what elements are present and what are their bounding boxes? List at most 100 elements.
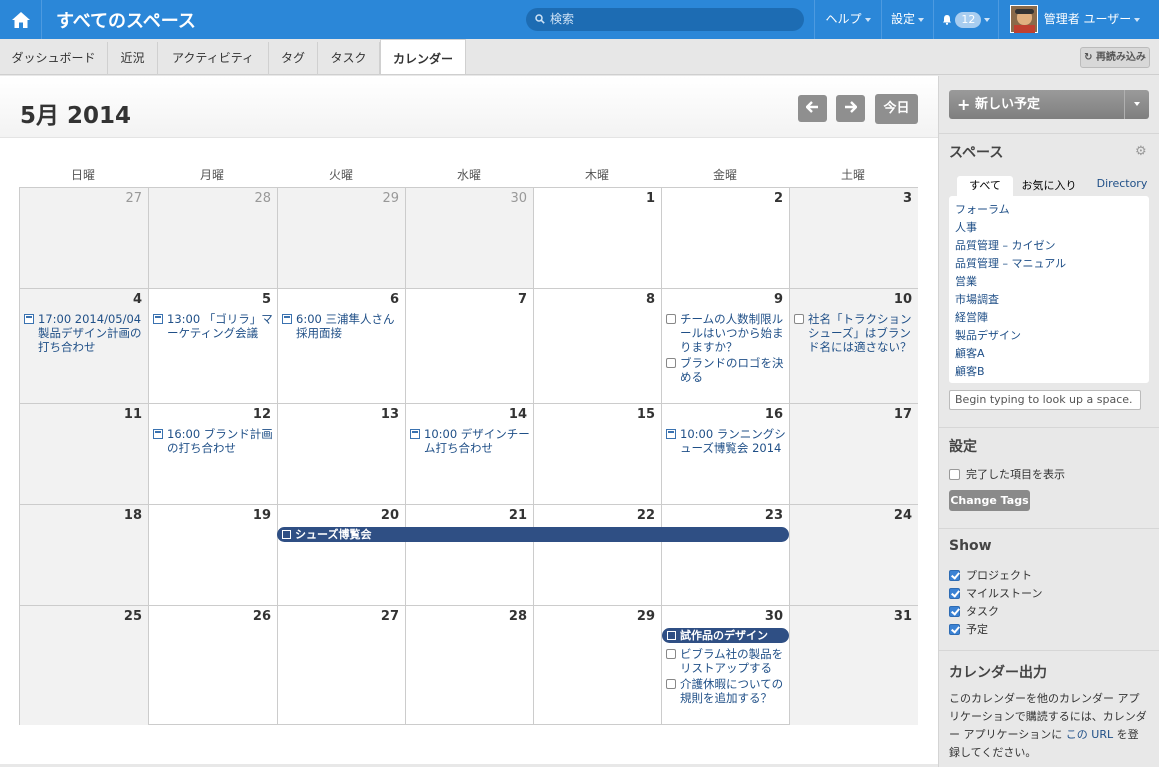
event-item[interactable]: 16:00 ブランド計画の打ち合わせ: [153, 427, 273, 455]
show-filter-checkbox[interactable]: [949, 624, 960, 635]
event-item[interactable]: 13:00 「ゴリラ」マーケティング会議: [153, 312, 273, 340]
milestone-bar[interactable]: 試作品のデザイン: [662, 628, 789, 643]
notifications-menu[interactable]: 12: [933, 0, 998, 39]
calendar-day-cell[interactable]: 31: [789, 605, 918, 725]
gear-icon[interactable]: ⚙: [1135, 144, 1147, 159]
calendar-day-cell[interactable]: 17: [789, 403, 918, 504]
tab-dashboard[interactable]: ダッシュボード: [0, 42, 108, 75]
calendar-day-cell[interactable]: 27: [277, 605, 405, 725]
multi-day-event-bar[interactable]: シューズ博覧会: [277, 527, 789, 542]
show-completed-checkbox[interactable]: [949, 469, 960, 480]
calendar-day-cell[interactable]: 24: [789, 504, 918, 605]
calendar-day-cell[interactable]: 22: [533, 504, 661, 605]
show-filter-option[interactable]: タスク: [949, 603, 999, 619]
search-input[interactable]: 検索: [526, 8, 804, 31]
space-item[interactable]: 品質管理 – マニュアル: [955, 255, 1066, 271]
space-item[interactable]: 市場調査: [955, 291, 999, 307]
event-item[interactable]: 6:00 三浦隼人さん採用面接: [282, 312, 402, 340]
space-item[interactable]: 顧客B: [955, 363, 985, 379]
calendar-day-cell[interactable]: 2: [661, 187, 789, 288]
calendar-day-cell[interactable]: 30: [405, 187, 533, 288]
calendar-day-cell[interactable]: 27: [19, 187, 148, 288]
tab-favorite-spaces[interactable]: お気に入り: [1017, 176, 1081, 196]
event-item[interactable]: 10:00 ランニングシューズ博覧会 2014: [666, 427, 786, 455]
calendar-day-cell[interactable]: 15: [533, 403, 661, 504]
export-url-link[interactable]: この URL: [1066, 728, 1113, 741]
task-checkbox[interactable]: [666, 649, 676, 659]
settings-menu[interactable]: 設定: [881, 0, 933, 39]
home-icon[interactable]: [0, 0, 42, 39]
task-item[interactable]: 社名「トラクションシューズ」はブランド名には適さない？: [794, 312, 912, 354]
calendar-day-cell[interactable]: 23: [661, 504, 789, 605]
calendar-grid: 27 28 29 30 1 2 3 4 5 6 7 8 9 10 11 12 13 14 15 16 17 18 19 20 2…: [19, 187, 918, 725]
calendar-icon: [153, 429, 163, 439]
show-filter-option[interactable]: プロジェクト: [949, 567, 1032, 583]
day-number: 9: [773, 292, 783, 307]
task-item[interactable]: ブランドのロゴを決める: [666, 356, 784, 384]
calendar-day-cell[interactable]: 8: [533, 288, 661, 403]
show-filter-checkbox[interactable]: [949, 606, 960, 617]
calendar-day-cell[interactable]: 20: [277, 504, 405, 605]
divider: [939, 528, 1159, 529]
calendar-day-cell[interactable]: 7: [405, 288, 533, 403]
weekday-sun: 日曜: [70, 168, 95, 182]
calendar-day-cell[interactable]: 26: [148, 605, 277, 725]
space-item[interactable]: 品質管理 – カイゼン: [955, 237, 1056, 253]
show-filter-option[interactable]: マイルストーン: [949, 585, 1042, 601]
calendar-day-cell[interactable]: 11: [19, 403, 148, 504]
tab-calendar[interactable]: カレンダー: [380, 39, 466, 74]
change-tags-button[interactable]: Change Tags: [949, 490, 1030, 511]
calendar-day-cell[interactable]: 21: [405, 504, 533, 605]
space-item[interactable]: 営業: [955, 273, 977, 289]
task-checkbox[interactable]: [794, 314, 804, 324]
tab-tasks[interactable]: タスク: [318, 42, 380, 75]
calendar-day-cell[interactable]: 28: [405, 605, 533, 725]
tab-all-spaces[interactable]: すべて: [957, 176, 1013, 196]
task-item[interactable]: チームの人数制限ルールはいつから始まりますか？: [666, 312, 784, 354]
calendar-day-cell[interactable]: 29: [277, 187, 405, 288]
task-checkbox[interactable]: [666, 679, 676, 689]
calendar-day-cell[interactable]: 3: [789, 187, 918, 288]
tab-activity[interactable]: アクティビティ: [158, 42, 269, 75]
reload-button[interactable]: ↻ 再読み込み: [1080, 47, 1150, 68]
calendar-day-cell[interactable]: 19: [148, 504, 277, 605]
space-item[interactable]: 顧客A: [955, 345, 985, 361]
space-search-input[interactable]: Begin typing to look up a space.: [949, 390, 1141, 410]
space-item[interactable]: 製品デザイン: [955, 327, 1021, 343]
event-item[interactable]: 10:00 デザインチーム打ち合わせ: [410, 427, 530, 455]
tab-recent[interactable]: 近況: [108, 42, 158, 75]
task-item[interactable]: 介護休暇についての規則を追加する？: [666, 677, 784, 705]
prev-month-button[interactable]: [798, 95, 827, 122]
space-item[interactable]: 人事: [955, 219, 977, 235]
calendar-day-cell[interactable]: 5: [148, 288, 277, 403]
dropdown-toggle[interactable]: [1124, 90, 1149, 119]
calendar-day-cell[interactable]: 28: [148, 187, 277, 288]
event-item[interactable]: 17:00 2014/05/04 製品デザイン計画の打ち合わせ: [24, 312, 144, 354]
task-checkbox[interactable]: [666, 358, 676, 368]
space-item[interactable]: 経営陣: [955, 309, 988, 325]
show-completed-option[interactable]: 完了した項目を表示: [949, 466, 1065, 482]
task-checkbox[interactable]: [666, 314, 676, 324]
avatar[interactable]: [1010, 5, 1038, 33]
next-month-button[interactable]: [836, 95, 865, 122]
help-label: ヘルプ: [825, 12, 862, 26]
calendar-day-cell[interactable]: 1: [533, 187, 661, 288]
show-filter-option[interactable]: 予定: [949, 621, 988, 637]
calendar-day-cell[interactable]: 13: [277, 403, 405, 504]
space-item[interactable]: フォーラム: [955, 201, 1010, 217]
weekday-wed: 水曜: [456, 168, 481, 182]
show-filter-checkbox[interactable]: [949, 588, 960, 599]
today-button[interactable]: 今日: [875, 94, 918, 124]
day-number: 24: [893, 508, 912, 523]
task-item[interactable]: ビブラム社の製品をリストアップする: [666, 647, 784, 675]
new-event-button[interactable]: + 新しい予定: [949, 90, 1149, 119]
calendar-day-cell[interactable]: 25: [19, 605, 148, 725]
calendar-day-cell[interactable]: 6: [277, 288, 405, 403]
app-title[interactable]: すべてのスペース: [56, 7, 196, 33]
calendar-day-cell[interactable]: 29: [533, 605, 661, 725]
tab-tags[interactable]: タグ: [269, 42, 318, 75]
show-filter-checkbox[interactable]: [949, 570, 960, 581]
calendar-day-cell[interactable]: 18: [19, 504, 148, 605]
directory-link[interactable]: Directory: [1091, 174, 1153, 194]
help-menu[interactable]: ヘルプ: [814, 0, 881, 39]
